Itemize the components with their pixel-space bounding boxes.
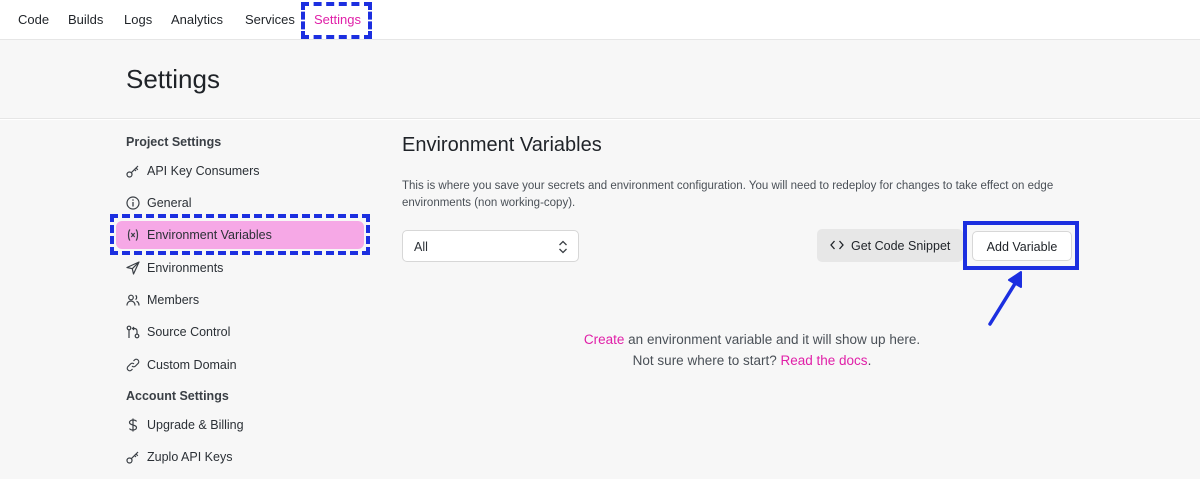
sidebar-item-label: General: [147, 196, 192, 210]
page-header: Settings: [0, 40, 1200, 119]
tab-code[interactable]: Code: [18, 12, 49, 27]
git-icon: [126, 325, 140, 339]
empty-state-line-2: Not sure where to start? Read the docs.: [402, 353, 1102, 368]
account-settings-heading: Account Settings: [126, 389, 229, 403]
settings-tab-highlight: [301, 2, 372, 39]
sidebar-item-source-control[interactable]: Source Control: [116, 318, 364, 346]
sidebar-item-label: Zuplo API Keys: [147, 450, 233, 464]
sidebar-item-general[interactable]: General: [116, 189, 364, 217]
environment-variables-highlight: [110, 214, 370, 255]
read-docs-link[interactable]: Read the docs: [781, 353, 868, 368]
settings-sidebar: Project Settings API Key Consumers Gener…: [0, 120, 380, 479]
sidebar-item-api-key-consumers[interactable]: API Key Consumers: [116, 157, 364, 185]
members-icon: [126, 294, 140, 306]
send-icon: [126, 261, 140, 275]
tab-services[interactable]: Services: [245, 12, 295, 27]
link-icon: [126, 358, 140, 372]
empty-text: Not sure where to start?: [632, 353, 781, 368]
sidebar-item-custom-domain[interactable]: Custom Domain: [116, 351, 364, 379]
add-variable-highlight: [963, 221, 1079, 270]
dollar-icon: [128, 418, 138, 432]
chevron-up-down-icon: [559, 240, 567, 254]
sidebar-item-label: Environments: [147, 261, 224, 275]
tab-analytics[interactable]: Analytics: [171, 12, 223, 27]
info-icon: [126, 196, 140, 210]
section-title: Environment Variables: [402, 134, 602, 156]
project-settings-heading: Project Settings: [126, 135, 222, 149]
key-icon: [126, 451, 139, 464]
sidebar-item-label: Upgrade & Billing: [147, 418, 244, 432]
sidebar-item-label: Source Control: [147, 325, 231, 339]
sidebar-item-members[interactable]: Members: [116, 286, 364, 314]
sidebar-item-upgrade-billing[interactable]: Upgrade & Billing: [116, 411, 364, 439]
button-label: Get Code Snippet: [851, 239, 951, 253]
get-code-snippet-button[interactable]: Get Code Snippet: [817, 229, 963, 262]
select-value: All: [414, 240, 428, 254]
empty-text: an environment variable and it will show…: [624, 332, 921, 347]
tab-builds[interactable]: Builds: [68, 12, 103, 27]
sidebar-item-zuplo-api-keys[interactable]: Zuplo API Keys: [116, 443, 364, 471]
sidebar-item-label: Members: [147, 293, 200, 307]
sidebar-item-environments[interactable]: Environments: [116, 254, 364, 282]
sidebar-item-label: Custom Domain: [147, 358, 237, 372]
sidebar-item-label: API Key Consumers: [147, 164, 260, 178]
environment-filter-select[interactable]: All: [402, 230, 579, 262]
page-title: Settings: [126, 64, 220, 94]
section-description: This is where you save your secrets and …: [402, 180, 1054, 209]
key-icon: [126, 165, 139, 178]
create-link[interactable]: Create: [584, 332, 625, 347]
top-nav: Code Builds Logs Analytics Services Sett…: [0, 0, 1200, 40]
arrow-annotation-icon: [988, 271, 1022, 326]
empty-text: .: [867, 353, 872, 368]
empty-state-line-1: Create an environment variable and it wi…: [402, 332, 1102, 347]
tab-logs[interactable]: Logs: [124, 12, 152, 27]
code-icon: [830, 240, 844, 250]
